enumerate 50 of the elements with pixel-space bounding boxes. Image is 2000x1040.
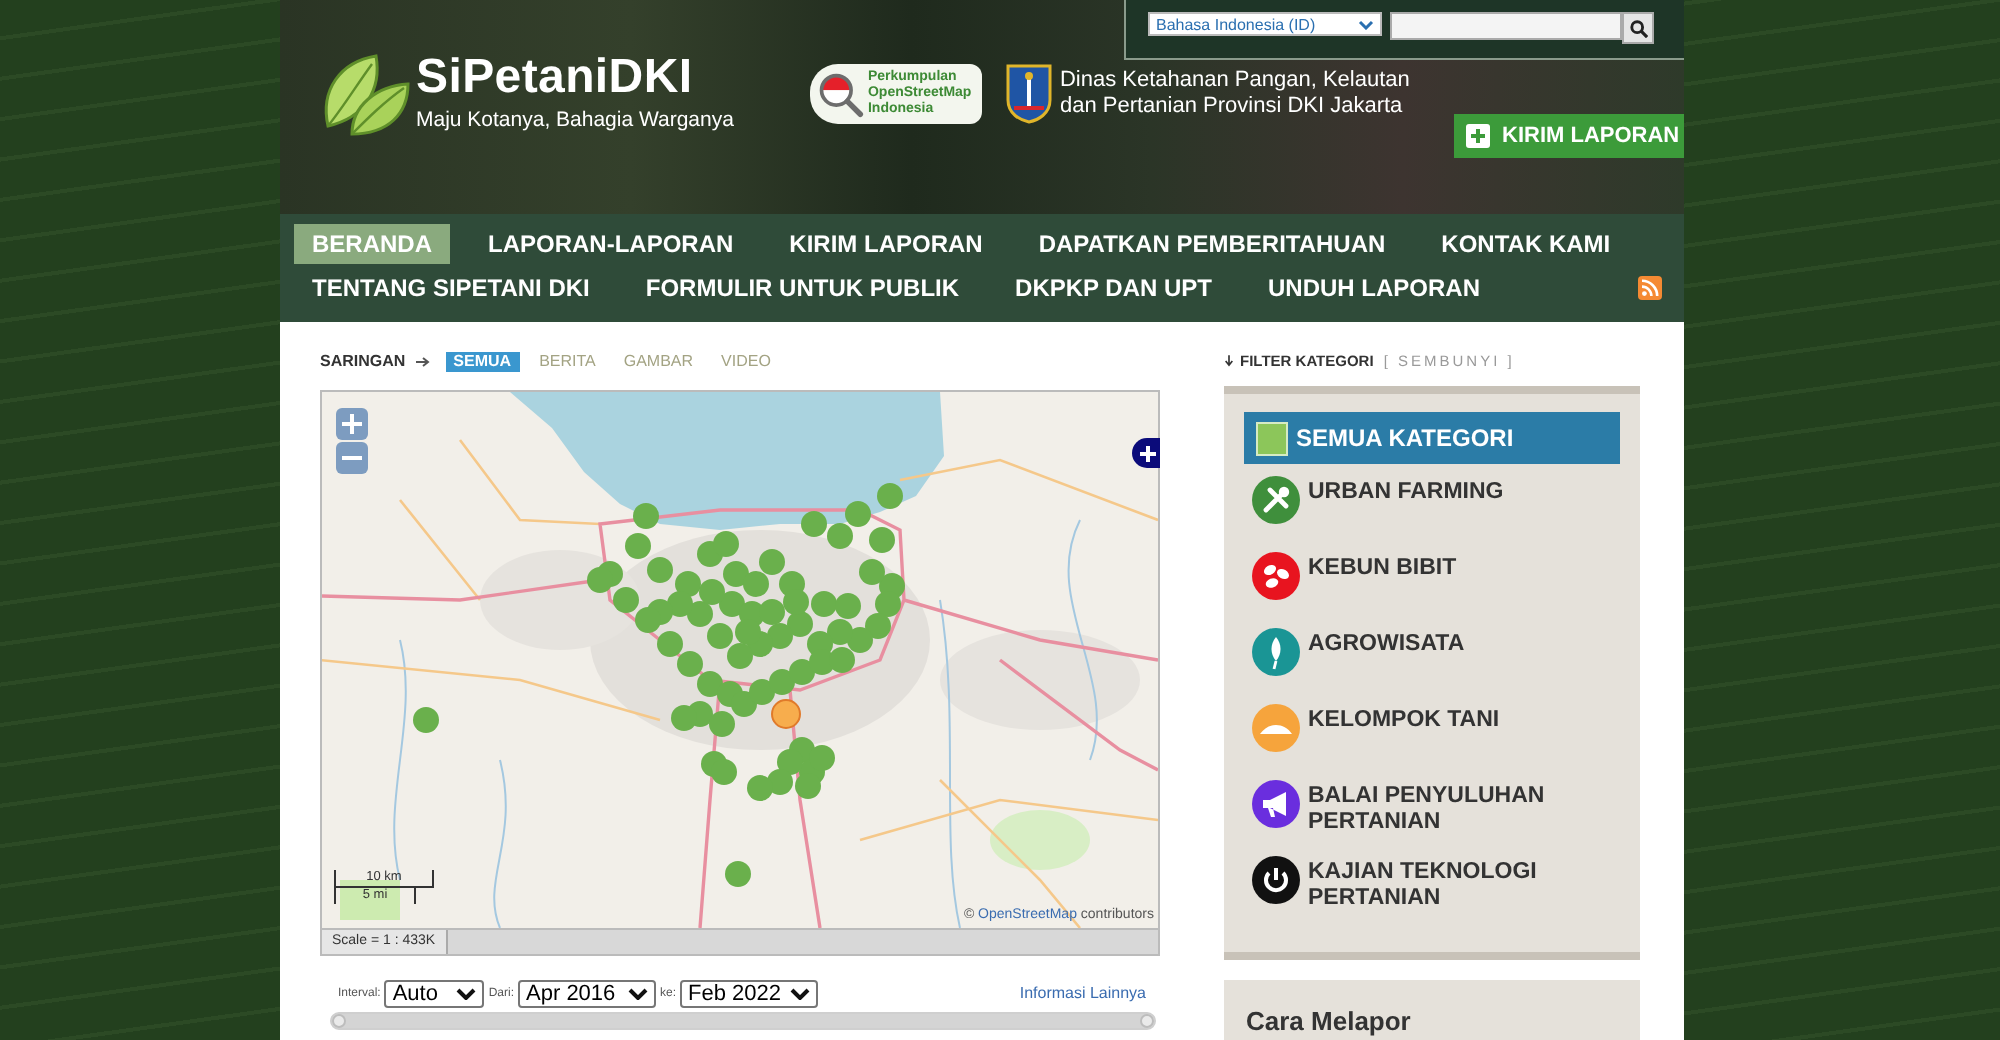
- language-select[interactable]: Bahasa Indonesia (ID): [1148, 12, 1382, 36]
- card-title: Cara Melapor: [1246, 1006, 1411, 1036]
- zoom-out-button[interactable]: [336, 442, 368, 474]
- arrow-right-icon: [415, 355, 430, 367]
- search-field[interactable]: [1390, 12, 1622, 40]
- caret-icon: [628, 987, 649, 999]
- layer-switcher-button[interactable]: [1132, 438, 1160, 468]
- category-item[interactable]: KELOMPOK TANI: [1244, 692, 1620, 768]
- highlight-marker[interactable]: [771, 699, 801, 729]
- menu-item[interactable]: KIRIM LAPORAN: [771, 224, 1001, 264]
- caret-icon: [456, 987, 477, 999]
- report-marker-cluster[interactable]: [413, 483, 905, 887]
- menu-item[interactable]: DAPATKAN PEMBERITAHUAN: [1020, 224, 1404, 264]
- rss-feed-icon[interactable]: [1638, 276, 1662, 300]
- plus-icon: [1466, 124, 1490, 148]
- shield-crest-icon: [1005, 63, 1052, 123]
- slider-handle[interactable]: [1140, 1014, 1154, 1028]
- menu-item[interactable]: LAPORAN-LAPORAN: [470, 224, 752, 264]
- category-item[interactable]: KAJIAN TEKNOLOGI PERTANIAN: [1244, 844, 1620, 920]
- category-item[interactable]: URBAN FARMING: [1244, 464, 1620, 540]
- plus-icon: [342, 414, 362, 434]
- report-button[interactable]: KIRIM LAPORAN: [1454, 114, 1684, 158]
- from-date-select[interactable]: Apr 2016: [518, 979, 657, 1007]
- zoom-in-button[interactable]: [336, 408, 368, 440]
- minus-icon: [342, 456, 362, 460]
- search-button[interactable]: [1622, 12, 1654, 44]
- site-tagline: Maju Kotanya, Bahagia Warganya: [416, 108, 734, 134]
- caret-icon: [790, 987, 811, 999]
- plus-icon: [1140, 445, 1156, 461]
- site-title: SiPetaniDKI: [416, 52, 695, 104]
- slider-handle[interactable]: [332, 1014, 346, 1028]
- category-item[interactable]: SEMUA KATEGORI: [1244, 412, 1620, 464]
- category-item[interactable]: BALAI PENYULUHAN PERTANIAN: [1244, 768, 1620, 844]
- filter-label: SARINGAN: [320, 352, 406, 370]
- leaf-logo-icon: [320, 49, 412, 137]
- interval-select[interactable]: Auto: [384, 979, 485, 1007]
- category-item[interactable]: KEBUN BIBIT: [1244, 540, 1620, 616]
- menu-item[interactable]: KONTAK KAMI: [1423, 224, 1629, 264]
- more-info-link[interactable]: Informasi Lainnya: [1019, 984, 1146, 1002]
- search-icon: [1629, 19, 1647, 37]
- to-date-select[interactable]: Feb 2022: [680, 979, 819, 1007]
- category-item[interactable]: AGROWISATA: [1244, 616, 1620, 692]
- menu-item[interactable]: TENTANG SIPETANI DKI: [294, 268, 608, 308]
- magnifier-flag-icon: [815, 69, 864, 117]
- menu-item[interactable]: UNDUH LAPORAN: [1250, 268, 1499, 308]
- arrow-down-icon: [1224, 353, 1234, 367]
- caret-icon: [1358, 19, 1374, 29]
- menu-item[interactable]: FORMULIR UNTUK PUBLIK: [627, 268, 978, 308]
- agency-name: Dinas Ketahanan Pangan, Kelautan dan Pertanian Provinsi DKI Jakarta: [1059, 67, 1410, 119]
- menu-item[interactable]: DKPKP DAN UPT: [997, 268, 1231, 308]
